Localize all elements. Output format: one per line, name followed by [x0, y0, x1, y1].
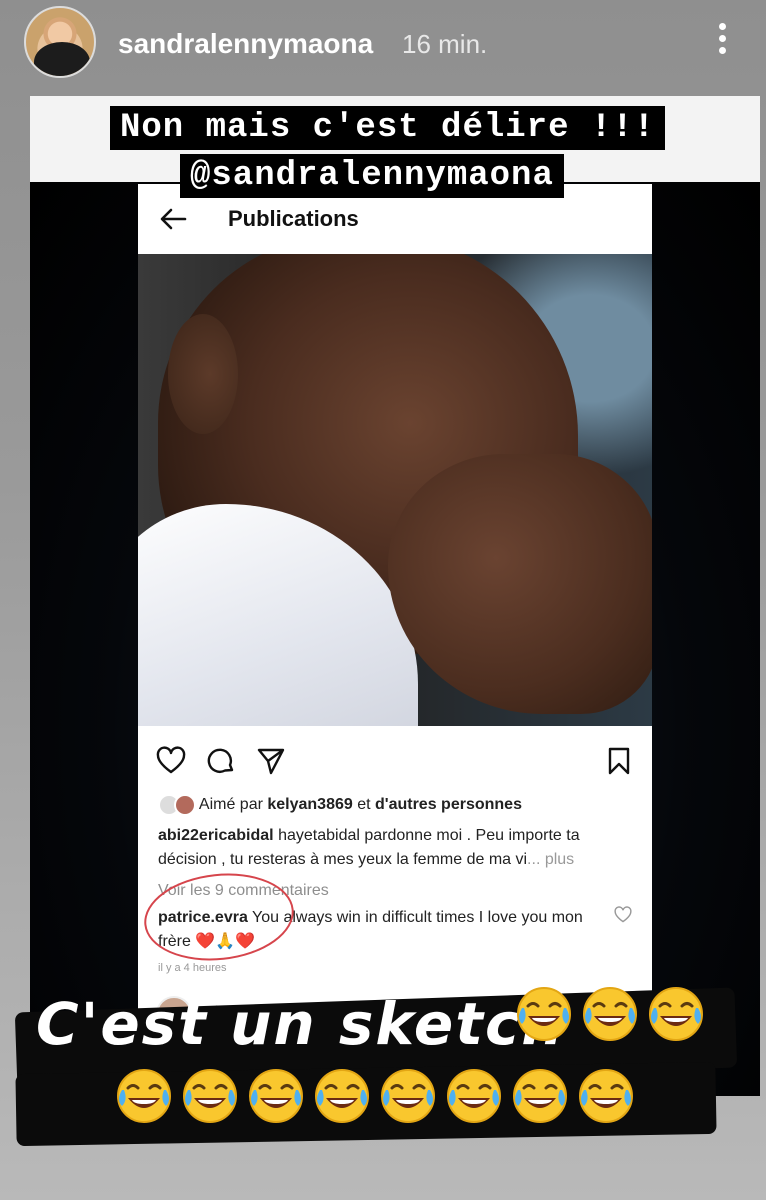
story-header: sandralennymaona 16 min.: [0, 0, 766, 90]
post-photo: [138, 254, 652, 726]
laughing-crying-emoji: [116, 1068, 172, 1124]
more-vert-icon[interactable]: [712, 20, 732, 60]
liker-username: kelyan3869: [267, 796, 353, 814]
heart-icon: [156, 746, 186, 774]
caption-line-2: @sandralennymaona: [180, 154, 564, 198]
back-arrow-icon: [160, 208, 187, 230]
likes-others: d'autres personnes: [375, 796, 522, 814]
laughing-crying-emoji: [582, 986, 638, 1042]
laughing-crying-emoji: [648, 986, 704, 1042]
caption-line-1: Non mais c'est délire !!!: [110, 106, 666, 150]
comment-time: il y a 4 heures: [158, 962, 227, 974]
likes-mid: et: [352, 796, 375, 814]
post-actions: [138, 736, 652, 786]
ig-page-title: Publications: [228, 206, 359, 231]
caption-more: ... plus: [527, 851, 575, 868]
laughing-crying-emoji: [512, 1068, 568, 1124]
send-icon: [257, 748, 285, 775]
story-image: Publications Aimé par kelyan3869 et d'au…: [30, 96, 760, 1096]
caption-username: abi22ericabidal: [158, 827, 274, 844]
likes-line: Aimé par kelyan3869 et d'autres personne…: [158, 794, 638, 820]
laughing-crying-emoji: [516, 986, 572, 1042]
laughing-crying-emoji: [380, 1068, 436, 1124]
comment-like-icon: [614, 906, 632, 923]
story-username[interactable]: sandralennymaona: [118, 28, 373, 60]
avatar[interactable]: [24, 6, 96, 78]
story-time: 16 min.: [402, 29, 488, 59]
liker-avatar: [174, 794, 196, 816]
laughing-crying-emoji: [182, 1068, 238, 1124]
instagram-screenshot: Publications Aimé par kelyan3869 et d'au…: [138, 184, 652, 1094]
laughing-crying-emoji: [314, 1068, 370, 1124]
laughing-crying-emoji: [446, 1068, 502, 1124]
post-caption: abi22ericabidal hayetabidal pardonne moi…: [158, 824, 638, 872]
laughing-crying-emoji: [248, 1068, 304, 1124]
comment-icon: [207, 748, 234, 773]
laughing-crying-emoji: [578, 1068, 634, 1124]
likes-prefix: Aimé par: [198, 796, 268, 814]
bookmark-icon: [608, 747, 630, 775]
sticker-text: C'est un sketch: [36, 990, 565, 1058]
